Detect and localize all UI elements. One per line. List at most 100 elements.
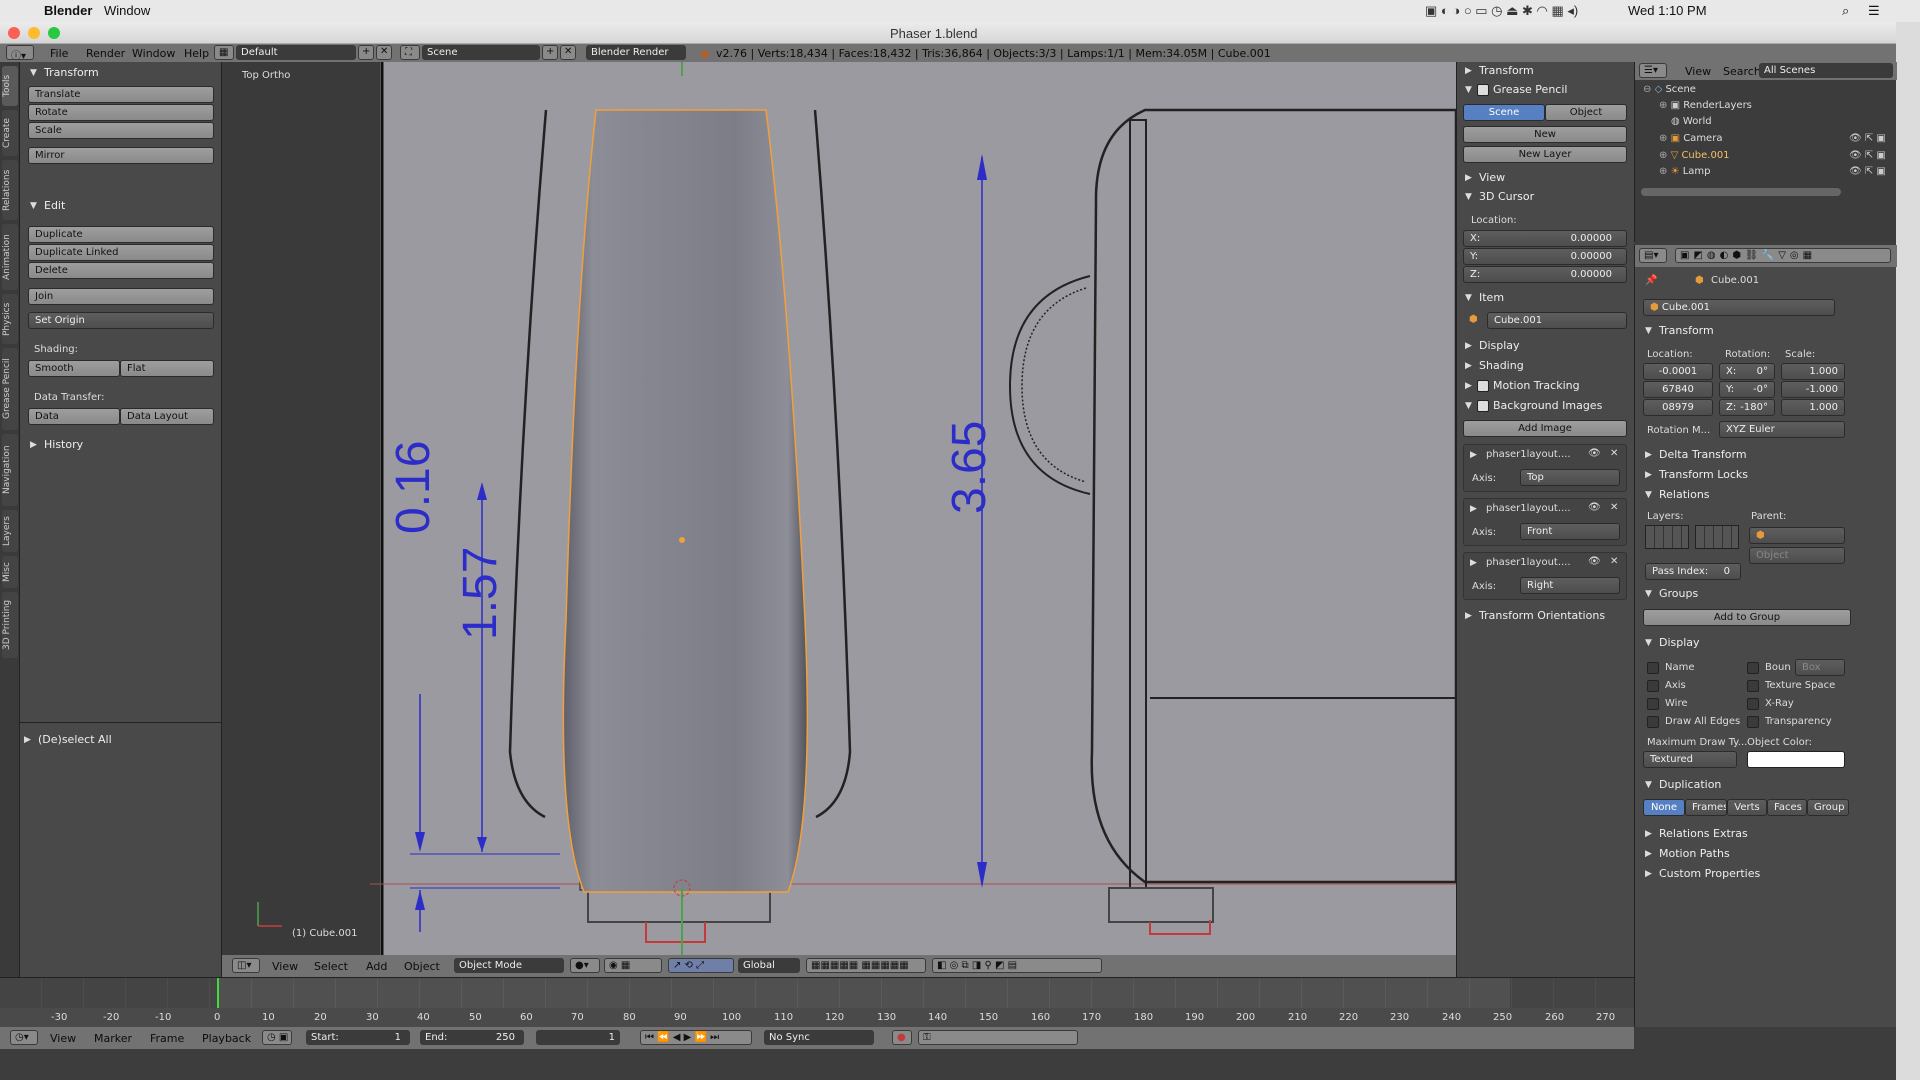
expand-icon[interactable]: ▶ [1465,361,1472,371]
sync-mode-select[interactable]: No Sync [764,1030,874,1045]
outliner-item-camera[interactable]: ⊕ ▣ Camera [1659,133,1722,144]
location-y-field[interactable]: 67840 [1643,381,1713,398]
expand-icon[interactable]: ▶ [1470,450,1477,460]
menu-help[interactable]: Help [184,47,209,60]
relations-extras-title[interactable]: Relations Extras [1659,827,1748,840]
scale-z-field[interactable]: 1.000 [1781,399,1845,416]
shading-panel-title[interactable]: Shading [1479,359,1524,372]
tab-misc[interactable]: Misc [2,556,18,588]
new-layer-button[interactable]: New Layer [1463,146,1627,163]
scale-y-field[interactable]: -1.000 [1781,381,1845,398]
editor-type-icon[interactable]: ◫▾ [232,958,260,973]
expand-icon[interactable]: ▶ [1470,558,1477,568]
screen-layout-icon[interactable]: ▦ [214,45,234,60]
editor-type-icon[interactable]: ◷▾ [10,1030,38,1045]
tab-animation[interactable]: Animation [2,224,18,290]
search-icon[interactable]: ⌕ [1842,3,1849,19]
dup-none-button[interactable]: None [1643,799,1685,816]
translate-button[interactable]: Translate [28,86,214,103]
render-engine-select[interactable]: Blender Render [586,45,686,60]
object-tab[interactable]: Object [1545,104,1627,121]
join-button[interactable]: Join [28,288,214,305]
draw-all-edges-checkbox[interactable] [1647,716,1659,728]
collapse-icon[interactable]: ▼ [1465,85,1472,95]
outliner-item-lamp[interactable]: ⊕ ☀ Lamp [1659,166,1711,177]
dup-verts-button[interactable]: Verts [1727,799,1767,816]
collapse-icon[interactable]: ▼ [1645,490,1652,500]
scale-x-field[interactable]: 1.000 [1781,363,1845,380]
expand-icon[interactable]: ▶ [24,735,31,745]
layer-grid[interactable] [1695,525,1739,549]
visibility-icons[interactable]: 👁 ⇱ ▣ [1849,166,1886,177]
expand-icon[interactable]: ▶ [1465,173,1472,183]
expand-icon[interactable]: ▶ [1645,869,1652,879]
editor-type-icon[interactable]: ⓘ▾ [6,45,34,60]
motion-tracking-title[interactable]: Motion Tracking [1493,379,1580,392]
tab-3d-printing[interactable]: 3D Printing [2,592,18,658]
scene-tab[interactable]: Scene [1463,104,1545,121]
collapse-icon[interactable]: ▼ [30,68,37,78]
dup-frames-button[interactable]: Frames [1685,799,1727,816]
wire-checkbox[interactable] [1647,698,1659,710]
bounds-checkbox[interactable] [1747,662,1759,674]
menu-list-icon[interactable]: ☰ [1868,3,1880,19]
add-scene-icon[interactable]: + [542,45,558,60]
pass-index-field[interactable]: Pass Index: 0 [1645,563,1741,580]
expand-icon[interactable]: ▶ [1465,611,1472,621]
menu-window[interactable]: Window [132,47,175,60]
display-title[interactable]: Display [1659,636,1700,649]
current-frame-field[interactable]: 1 [536,1030,620,1045]
cursor-y-field[interactable]: Y: 0.00000 [1463,248,1627,265]
expand-icon[interactable]: ▶ [1645,849,1652,859]
transform-panel-title[interactable]: Transform [44,66,99,79]
keying-set-field[interactable]: ⚿ [918,1030,1078,1045]
flat-button[interactable]: Flat [120,360,214,377]
editor-type-icon[interactable]: ☰▾ [1639,63,1667,78]
rotation-mode-select[interactable]: XYZ Euler [1719,421,1845,438]
menu-render[interactable]: Render [86,47,125,60]
delete-button[interactable]: Delete [28,262,214,279]
groups-title[interactable]: Groups [1659,587,1698,600]
editor-type-icon[interactable]: ▤▾ [1639,248,1667,263]
tab-navigation[interactable]: Navigation [2,434,18,506]
close-icon[interactable]: ✕ [1610,556,1618,567]
horizontal-scrollbar[interactable] [1641,188,1841,196]
transform-orientations-title[interactable]: Transform Orientations [1479,609,1605,622]
smooth-button[interactable]: Smooth [28,360,120,377]
menu-marker[interactable]: Marker [94,1032,132,1045]
zoom-window-button[interactable] [48,27,60,39]
expand-icon[interactable]: ▶ [1645,829,1652,839]
layer-grid[interactable] [1645,525,1689,549]
transform-panel-title[interactable]: Transform [1659,324,1714,337]
window-menu[interactable]: Window [104,3,150,18]
eye-icon[interactable]: 👁 [1588,556,1601,567]
xray-checkbox[interactable] [1747,698,1759,710]
add-image-button[interactable]: Add Image [1463,420,1627,437]
collapse-icon[interactable]: ▼ [1645,326,1652,336]
timeline-area[interactable]: -30 -20 -10 0 10 20 30 40 50 60 70 80 90… [0,977,1634,1028]
close-window-button[interactable] [8,27,20,39]
motion-paths-title[interactable]: Motion Paths [1659,847,1730,860]
custom-properties-title[interactable]: Custom Properties [1659,867,1760,880]
expand-icon[interactable]: ▶ [1465,341,1472,351]
mirror-button[interactable]: Mirror [28,147,214,164]
outliner-item-scene[interactable]: ⊖ ◇ Scene [1643,84,1696,95]
location-z-field[interactable]: 08979 [1643,399,1713,416]
menu-add[interactable]: Add [366,960,387,973]
new-grease-pencil-button[interactable]: New [1463,126,1627,143]
expand-icon[interactable]: ▶ [30,440,37,450]
pin-icon[interactable]: 📌 [1645,275,1657,286]
display-panel-title[interactable]: Display [1479,339,1520,352]
transparency-checkbox[interactable] [1747,716,1759,728]
item-name-field[interactable]: Cube.001 [1487,312,1627,329]
background-images-checkbox[interactable] [1477,400,1489,412]
menu-select[interactable]: Select [314,960,348,973]
tab-physics[interactable]: Physics [2,294,18,344]
name-checkbox[interactable] [1647,662,1659,674]
dup-faces-button[interactable]: Faces [1767,799,1807,816]
shading-select-icon[interactable]: ●▾ [570,958,600,973]
axis-select[interactable]: Top [1520,469,1620,486]
data-layout-button[interactable]: Data Layout [120,408,214,425]
tab-tools[interactable]: Tools [2,66,18,106]
grease-pencil-title[interactable]: Grease Pencil [1493,83,1567,96]
